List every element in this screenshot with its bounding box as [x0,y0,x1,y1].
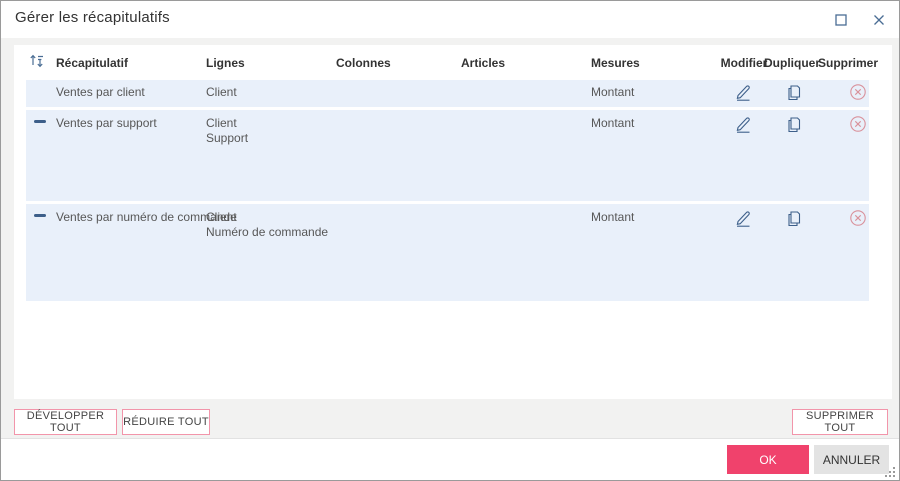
cancel-button[interactable]: ANNULER [814,445,889,474]
summaries-table: Récapitulatif Lignes Colonnes Articles M… [14,45,892,399]
col-header-modifier: Modifier [720,56,768,70]
close-icon[interactable] [870,11,888,29]
copy-icon[interactable] [784,81,806,103]
table-header: Récapitulatif Lignes Colonnes Articles M… [14,45,892,79]
collapse-minus-icon[interactable] [34,214,46,217]
mesures-value: Montant [591,210,635,224]
col-header-lignes: Lignes [206,56,245,70]
ok-button[interactable]: OK [727,445,809,474]
summary-name: Ventes par client [56,85,145,99]
col-header-mesures: Mesures [591,56,640,70]
collapse-minus-icon[interactable] [34,120,46,123]
delete-all-button[interactable]: SUPPRIMER TOUT [792,409,888,435]
col-header-articles: Articles [461,56,506,70]
table-row[interactable]: Ventes par client Client Montant [26,80,869,107]
table-row[interactable]: Ventes par numéro de commande Client Num… [26,204,869,301]
circle-x-icon[interactable] [847,113,869,135]
lignes-value: Client Numéro de commande [206,210,329,239]
resize-grip[interactable] [884,465,896,477]
collapse-all-button[interactable]: RÉDUIRE TOUT [122,409,210,435]
dialog-title: Gérer les récapitulatifs [15,9,170,26]
col-header-recapitulatif: Récapitulatif [56,56,129,70]
col-header-colonnes: Colonnes [336,56,391,70]
pencil-icon[interactable] [732,81,754,103]
pencil-icon[interactable] [732,113,754,135]
copy-icon[interactable] [784,113,806,135]
circle-x-icon[interactable] [847,207,869,229]
lignes-value: Client [206,85,237,99]
mesures-value: Montant [591,116,635,130]
col-header-supprimer: Supprimer [817,56,879,70]
sort-arrows-icon[interactable] [28,52,46,70]
mesures-value: Montant [591,85,635,99]
circle-x-icon[interactable] [847,81,869,103]
dialog-window: Gérer les récapitulatifs Récapitulatif L… [0,0,900,481]
lignes-value: Client Support [206,116,249,145]
expand-all-button[interactable]: DÉVELOPPER TOUT [14,409,117,435]
title-bar: Gérer les récapitulatifs [1,1,899,38]
copy-icon[interactable] [784,207,806,229]
maximize-icon[interactable] [832,11,850,29]
summary-name: Ventes par support [56,116,157,130]
table-row[interactable]: Ventes par support Client Support Montan… [26,110,869,201]
pencil-icon[interactable] [732,207,754,229]
col-header-dupliquer: Dupliquer [764,56,820,70]
